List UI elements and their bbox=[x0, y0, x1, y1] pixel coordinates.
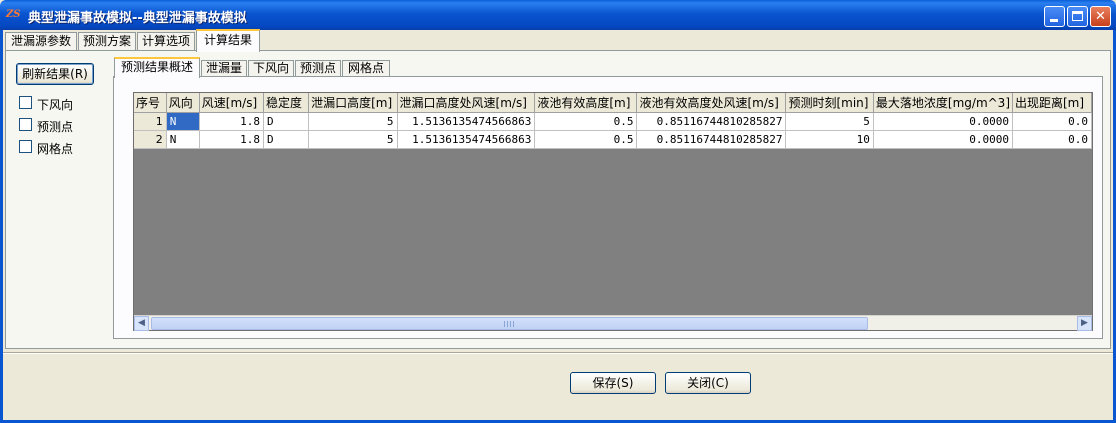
table-cell[interactable]: 5 bbox=[308, 112, 398, 131]
column-header[interactable]: 泄漏口高度[m] bbox=[308, 93, 398, 113]
table-cell[interactable]: 5 bbox=[308, 130, 398, 149]
subtab-prediction-points[interactable]: 预测点 bbox=[295, 60, 341, 77]
maximize-icon bbox=[1072, 11, 1083, 21]
subtab-grid-points[interactable]: 网格点 bbox=[342, 60, 390, 77]
window-title: 典型泄漏事故模拟--典型泄漏事故模拟 bbox=[28, 11, 247, 26]
table-cell[interactable]: 1 bbox=[134, 112, 167, 131]
table-cell[interactable]: 10 bbox=[785, 130, 874, 149]
column-header[interactable]: 泄漏口高度处风速[m/s] bbox=[397, 93, 536, 113]
column-header[interactable]: 序号 bbox=[134, 93, 167, 113]
title-bar[interactable]: ZS 典型泄漏事故模拟--典型泄漏事故模拟 ✕ bbox=[0, 0, 1116, 30]
minimize-button[interactable] bbox=[1044, 6, 1065, 27]
table-cell[interactable]: 2 bbox=[134, 130, 167, 149]
tab-prediction-plan[interactable]: 预测方案 bbox=[78, 32, 136, 51]
column-header[interactable]: 风向 bbox=[166, 93, 200, 113]
table-cell[interactable]: 1.5136135474566863 bbox=[397, 130, 536, 149]
column-header[interactable]: 风速[m/s] bbox=[199, 93, 264, 113]
scroll-left-button[interactable]: ◀ bbox=[134, 316, 149, 331]
scroll-right-button[interactable]: ▶ bbox=[1077, 316, 1092, 331]
table-cell[interactable]: 1.5136135474566863 bbox=[397, 112, 536, 131]
table-cell[interactable]: D bbox=[263, 112, 310, 131]
table-cell[interactable]: 0.5 bbox=[534, 112, 638, 131]
table-cell[interactable]: N bbox=[166, 112, 200, 131]
table-cell[interactable]: 1.8 bbox=[199, 130, 264, 149]
checkbox-label: 下风向 bbox=[37, 98, 74, 112]
column-header[interactable]: 预测时刻[min] bbox=[785, 93, 874, 113]
column-header[interactable]: 稳定度 bbox=[263, 93, 310, 113]
tab-calc-options[interactable]: 计算选项 bbox=[137, 32, 195, 51]
column-header[interactable]: 最大落地浓度[mg/m^3] bbox=[873, 93, 1014, 113]
table-row[interactable]: 1 N 1.8 D 5 1.5136135474566863 0.5 0.851… bbox=[134, 112, 1092, 131]
table-cell[interactable]: 0.85116744810285827 bbox=[636, 130, 787, 149]
table-cell[interactable]: N bbox=[166, 130, 200, 149]
chevron-right-icon: ▶ bbox=[1081, 318, 1088, 328]
table-cell[interactable]: 0.0 bbox=[1012, 130, 1092, 149]
table-cell[interactable]: 0.0000 bbox=[873, 112, 1014, 131]
chevron-left-icon: ◀ bbox=[138, 318, 145, 328]
minimize-icon bbox=[1050, 19, 1058, 22]
close-button[interactable]: 关闭(C) bbox=[665, 372, 751, 394]
column-header[interactable]: 出现距离[m] bbox=[1012, 93, 1092, 113]
table-cell[interactable]: 1.8 bbox=[199, 112, 264, 131]
column-header[interactable]: 液池有效高度处风速[m/s] bbox=[636, 93, 787, 113]
checkbox-label: 预测点 bbox=[37, 120, 74, 134]
checkbox-box[interactable] bbox=[19, 118, 32, 131]
table-header-row: 序号 风向 风速[m/s] 稳定度 泄漏口高度[m] 泄漏口高度处风速[m/s]… bbox=[134, 93, 1092, 113]
checkbox-box[interactable] bbox=[19, 140, 32, 153]
table-cell[interactable]: 5 bbox=[785, 112, 874, 131]
maximize-button[interactable] bbox=[1067, 6, 1088, 27]
horizontal-scrollbar[interactable]: ◀ ▶ bbox=[134, 315, 1092, 331]
window-frame-left bbox=[0, 30, 3, 423]
tab-calc-results[interactable]: 计算结果 bbox=[196, 29, 260, 52]
refresh-results-button[interactable]: 刷新结果(R) bbox=[16, 63, 94, 85]
table-cell[interactable]: 0.85116744810285827 bbox=[636, 112, 787, 131]
results-grid[interactable]: 序号 风向 风速[m/s] 稳定度 泄漏口高度[m] 泄漏口高度处风速[m/s]… bbox=[133, 92, 1093, 331]
subtab-downwind[interactable]: 下风向 bbox=[248, 60, 294, 77]
subtab-result-summary[interactable]: 预测结果概述 bbox=[114, 57, 200, 78]
table-cell[interactable]: 0.0 bbox=[1012, 112, 1092, 131]
close-window-button[interactable]: ✕ bbox=[1090, 6, 1111, 27]
column-header[interactable]: 液池有效高度[m] bbox=[534, 93, 638, 113]
table-cell[interactable]: D bbox=[263, 130, 310, 149]
app-icon: ZS bbox=[6, 9, 21, 20]
tab-leak-source-params[interactable]: 泄漏源参数 bbox=[5, 32, 77, 51]
footer-divider bbox=[3, 352, 1113, 354]
save-button[interactable]: 保存(S) bbox=[570, 372, 656, 394]
close-icon: ✕ bbox=[1095, 9, 1106, 24]
table-cell[interactable]: 0.0000 bbox=[873, 130, 1014, 149]
scroll-thumb[interactable] bbox=[151, 317, 868, 330]
table-row[interactable]: 2 N 1.8 D 5 1.5136135474566863 0.5 0.851… bbox=[134, 130, 1092, 149]
subtab-leak-amount[interactable]: 泄漏量 bbox=[201, 60, 247, 77]
results-table: 序号 风向 风速[m/s] 稳定度 泄漏口高度[m] 泄漏口高度处风速[m/s]… bbox=[134, 93, 1092, 149]
checkbox-label: 网格点 bbox=[37, 142, 74, 156]
table-cell[interactable]: 0.5 bbox=[534, 130, 638, 149]
grip-icon bbox=[504, 321, 514, 327]
checkbox-box[interactable] bbox=[19, 96, 32, 109]
